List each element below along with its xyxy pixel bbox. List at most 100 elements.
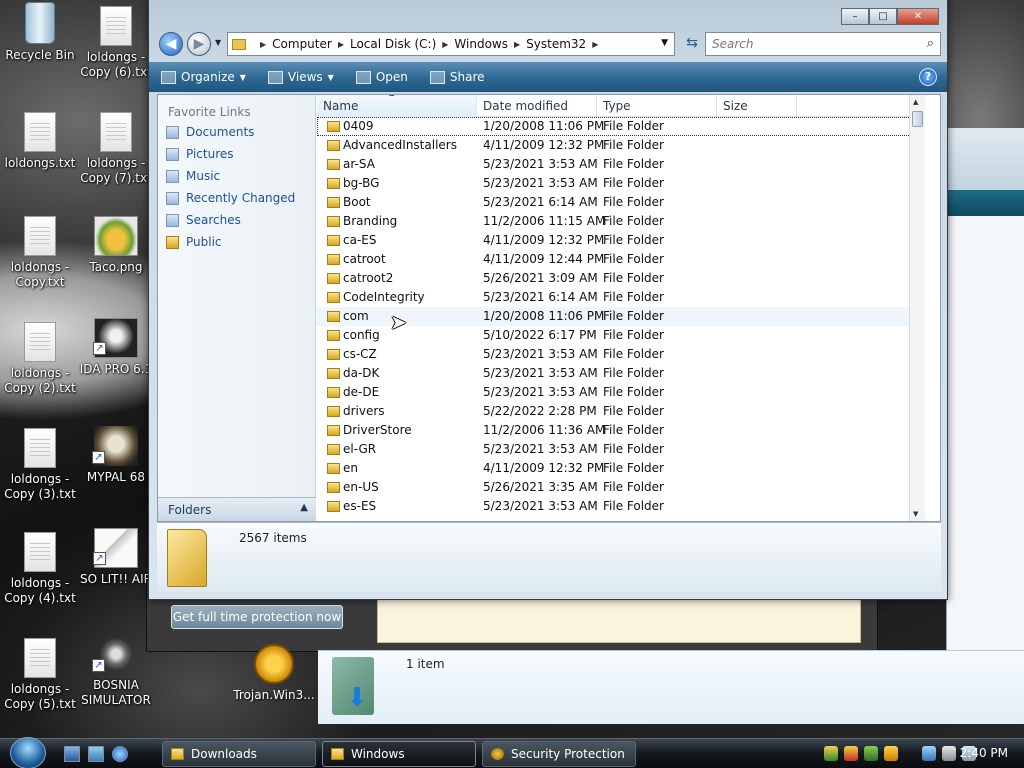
desktop-icon-file[interactable]: loldongs - Copy (4).txt — [0, 532, 80, 606]
file-row[interactable]: en-US 5/26/2021 3:35 AM File Folder — [317, 478, 925, 497]
views-menu[interactable]: Views ▼ — [267, 70, 334, 84]
open-button[interactable]: Open — [355, 70, 408, 84]
desktop-icon-shortcut[interactable]: ↗ MYPAL 68 — [76, 426, 156, 485]
breadcrumb-computer[interactable]: Computer — [272, 37, 332, 51]
back-button[interactable]: ◀ — [159, 32, 183, 56]
start-button[interactable] — [10, 737, 46, 768]
desktop-icon-shortcut[interactable]: ↗ SO LIT!! AIR — [76, 528, 156, 587]
alert-shield-icon[interactable] — [884, 746, 898, 761]
forward-button[interactable]: ▶ — [187, 32, 211, 56]
share-button[interactable]: Share — [429, 70, 485, 84]
favorite-link-searches[interactable]: Searches — [158, 209, 315, 231]
file-date-modified: 5/23/2021 3:53 AM — [483, 499, 598, 513]
address-dropdown-icon[interactable]: ▼ — [661, 38, 668, 48]
favorite-link-recently-changed[interactable]: Recently Changed — [158, 187, 315, 209]
folders-toggle[interactable]: Folders ▲ — [158, 497, 316, 521]
column-header-type[interactable]: Type — [597, 95, 717, 117]
scrollbar-thumb[interactable] — [912, 111, 923, 127]
security-warning-icon[interactable] — [844, 746, 858, 761]
open-label: Open — [375, 70, 408, 84]
clock[interactable]: 2:40 PM — [960, 746, 1008, 760]
window-header — [947, 128, 1024, 190]
file-row[interactable]: com 1/20/2008 11:06 PM File Folder — [317, 307, 925, 326]
desktop-icon-trojan[interactable]: Trojan.Win3... — [232, 644, 316, 702]
file-row[interactable]: ca-ES 4/11/2009 12:32 PM File Folder — [317, 231, 925, 250]
file-row[interactable]: el-GR 5/23/2021 3:53 AM File Folder — [317, 440, 925, 459]
desktop-icon-file[interactable]: loldongs - Copy.txt — [0, 216, 80, 290]
breadcrumb-separator-icon[interactable]: ▶ — [260, 40, 266, 49]
file-row[interactable]: AdvancedInstallers 4/11/2009 12:32 PM File… — [317, 136, 925, 155]
help-button[interactable]: ? — [919, 68, 937, 86]
get-protection-button[interactable]: Get full time protection now — [171, 605, 343, 629]
volume-muted-icon[interactable] — [942, 746, 956, 761]
breadcrumb-separator-icon[interactable]: ▶ — [442, 40, 448, 49]
file-row[interactable]: DriverStore 11/2/2006 11:36 AM File Folder — [317, 421, 925, 440]
favorite-link-pictures[interactable]: Pictures — [158, 143, 315, 165]
close-button[interactable]: ✕ — [897, 8, 939, 25]
desktop-icon-shortcut[interactable]: ↗ IDA PRO 6.1 — [76, 318, 156, 377]
search-icon[interactable]: ⌕ — [927, 36, 934, 51]
task-downloads[interactable]: Downloads — [162, 741, 316, 767]
show-desktop-icon[interactable] — [64, 746, 80, 762]
desktop-icon-file[interactable]: loldongs - Copy (7).txt — [76, 112, 156, 186]
file-row[interactable]: Boot 5/23/2021 6:14 AM File Folder — [317, 193, 925, 212]
file-row[interactable]: 0409 1/20/2008 11:06 PM File Folder — [317, 117, 925, 136]
minimize-button[interactable]: – — [841, 8, 869, 25]
file-row[interactable]: en 4/11/2009 12:32 PM File Folder — [317, 459, 925, 478]
switch-windows-icon[interactable] — [88, 746, 104, 762]
file-row[interactable]: config 5/10/2022 6:17 PM File Folder — [317, 326, 925, 345]
address-bar[interactable]: ▶ Computer ▶ Local Disk (C:) ▶ Windows ▶… — [227, 32, 675, 56]
file-row[interactable]: bg-BG 5/23/2021 3:53 AM File Folder — [317, 174, 925, 193]
file-row[interactable]: drivers 5/22/2022 2:28 PM File Folder — [317, 402, 925, 421]
desktop-icon-file[interactable]: loldongs - Copy (6).txt — [76, 6, 156, 80]
favorite-link-documents[interactable]: Documents — [158, 121, 315, 143]
file-type: File Folder — [603, 119, 664, 133]
file-row[interactable]: cs-CZ 5/23/2021 3:53 AM File Folder — [317, 345, 925, 364]
desktop-icon-file[interactable]: loldongs - Copy (3).txt — [0, 428, 80, 502]
file-date-modified: 11/2/2006 11:36 AM — [483, 423, 606, 437]
task-windows[interactable]: Windows — [322, 741, 476, 767]
desktop-icon-shortcut[interactable]: ↗ BOSNIA SIMULATOR — [76, 634, 156, 708]
desktop-icon-file[interactable]: loldongs - Copy (2).txt — [0, 322, 80, 396]
security-center-icon[interactable] — [824, 746, 838, 761]
file-row[interactable]: da-DK 5/23/2021 3:53 AM File Folder — [317, 364, 925, 383]
column-header-date[interactable]: Date modified — [477, 95, 597, 117]
file-row[interactable]: de-DE 5/23/2021 3:53 AM File Folder — [317, 383, 925, 402]
breadcrumb-separator-icon[interactable]: ▶ — [338, 40, 344, 49]
breadcrumb-separator-icon[interactable]: ▶ — [592, 40, 598, 49]
desktop-icon-image[interactable]: Taco.png — [76, 216, 156, 275]
shield-icon[interactable] — [864, 746, 878, 761]
search-input[interactable]: Search ⌕ — [705, 32, 941, 56]
breadcrumb-local-disk[interactable]: Local Disk (C:) — [350, 37, 436, 51]
desktop-icon-label: loldongs - Copy (6).txt — [80, 50, 152, 79]
column-header-size[interactable]: Size — [717, 95, 797, 117]
refresh-button[interactable]: ⇆ — [681, 34, 703, 54]
desktop-icon-file[interactable]: loldongs.txt — [0, 112, 80, 171]
internet-explorer-icon[interactable] — [112, 746, 128, 762]
file-row[interactable]: es-ES 5/23/2021 3:53 AM File Folder — [317, 497, 925, 516]
scroll-down-icon[interactable]: ▼ — [913, 510, 918, 518]
file-row[interactable]: Branding 11/2/2006 11:15 AM File Folder — [317, 212, 925, 231]
vertical-scrollbar[interactable]: ▲ ▼ — [909, 95, 925, 521]
scroll-up-icon[interactable]: ▲ — [913, 98, 918, 106]
file-row[interactable]: catroot 4/11/2009 12:44 PM File Folder — [317, 250, 925, 269]
maximize-button[interactable]: □ — [869, 8, 897, 25]
file-date-modified: 5/26/2021 3:09 AM — [483, 271, 598, 285]
file-row[interactable]: CodeIntegrity 5/23/2021 6:14 AM File Folde… — [317, 288, 925, 307]
breadcrumb-windows[interactable]: Windows — [454, 37, 508, 51]
file-row[interactable]: catroot2 5/26/2021 3:09 AM File Folder — [317, 269, 925, 288]
task-security-protection[interactable]: Security Protection — [482, 741, 636, 767]
network-icon[interactable] — [922, 746, 936, 761]
recent-pages-dropdown[interactable]: ▼ — [215, 38, 221, 47]
breadcrumb-separator-icon[interactable]: ▶ — [514, 40, 520, 49]
favorite-link-public[interactable]: Public — [158, 231, 315, 253]
file-name: cs-CZ — [343, 347, 377, 361]
column-header-name[interactable]: ▲ Name — [317, 95, 477, 117]
file-name: en-US — [343, 480, 379, 494]
breadcrumb-system32[interactable]: System32 — [526, 37, 586, 51]
favorite-link-music[interactable]: Music — [158, 165, 315, 187]
desktop-icon-file[interactable]: loldongs - Copy (5).txt — [0, 638, 80, 712]
desktop-icon-recycle-bin[interactable]: Recycle Bin — [0, 2, 80, 63]
file-row[interactable]: ar-SA 5/23/2021 3:53 AM File Folder — [317, 155, 925, 174]
organize-menu[interactable]: Organize ▼ — [161, 70, 246, 84]
